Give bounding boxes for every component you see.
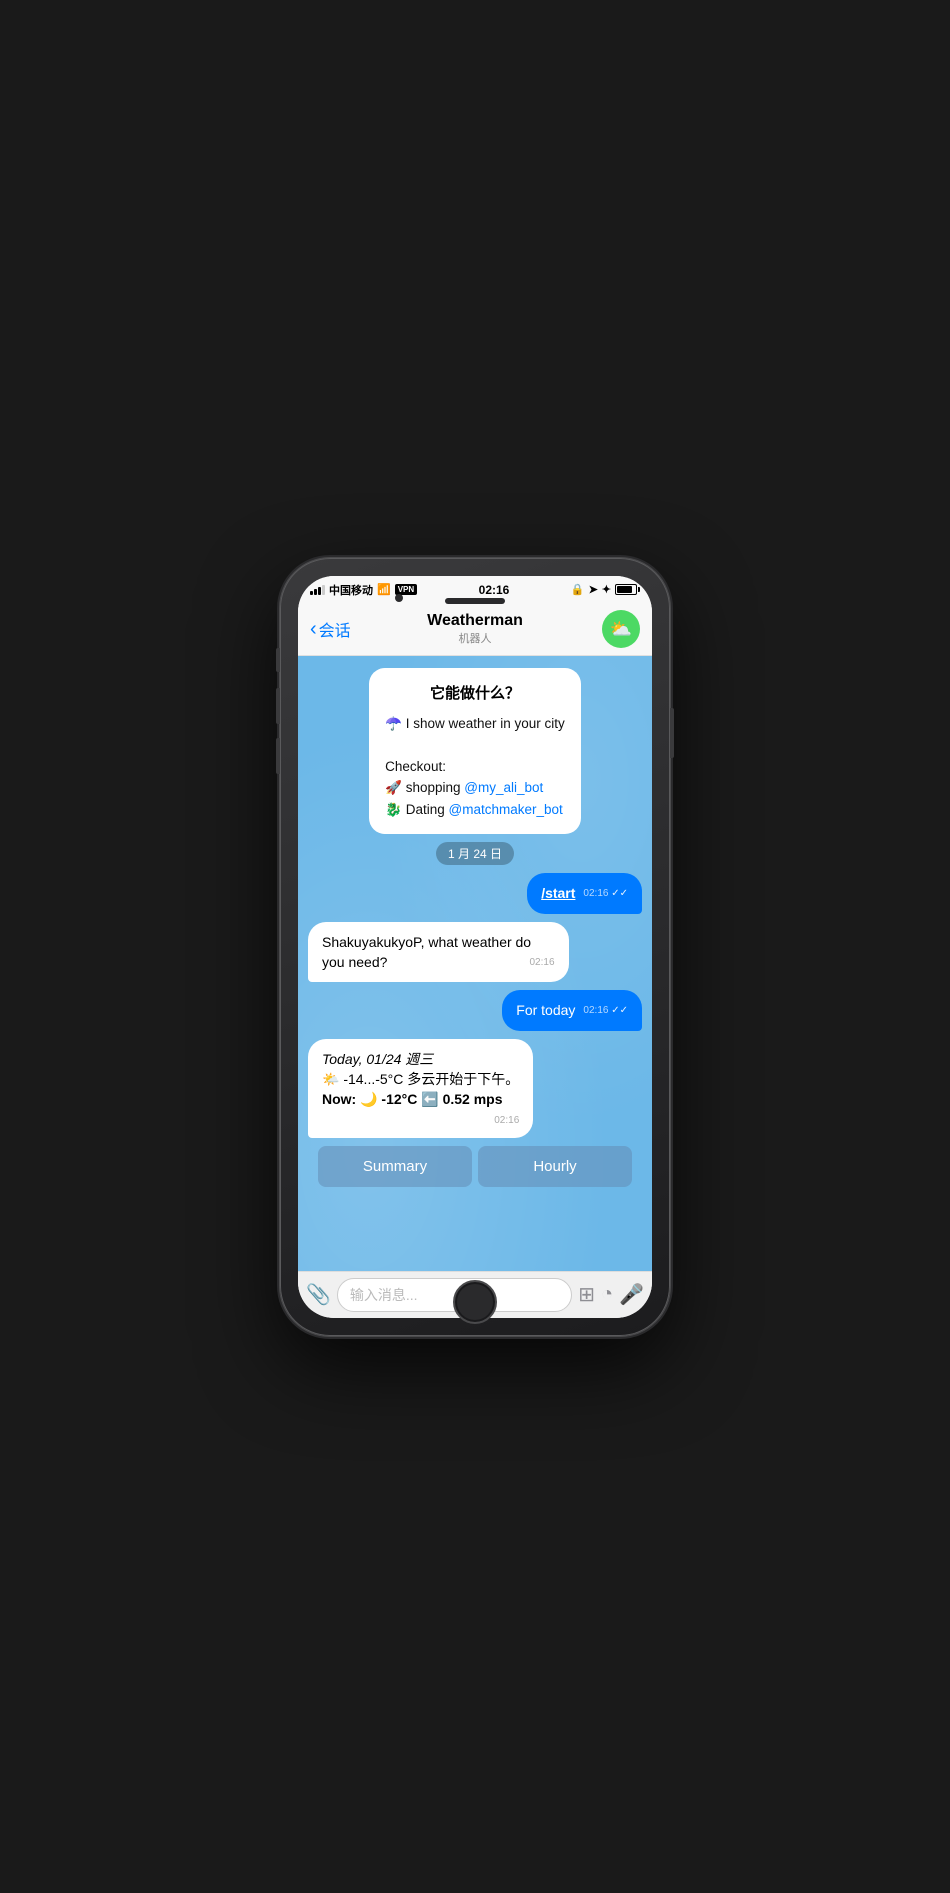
attach-icon[interactable]: 📎 — [306, 1282, 331, 1307]
start-time: 02:16 ✓✓ — [583, 887, 628, 902]
signal-bar-3 — [318, 587, 321, 595]
nav-bar: ‹ 会话 Weatherman 机器人 ⛅ — [298, 604, 652, 656]
weather-msg: Today, 01/24 週三 🌤️ -14...-5°C 多云开始于下午。 N… — [308, 1039, 642, 1138]
location-icon: ➤ — [589, 583, 598, 596]
weather-range: 🌤️ -14...-5°C 多云开始于下午。 — [322, 1069, 519, 1089]
today-bubble: For today 02:16 ✓✓ — [502, 990, 642, 1030]
battery-fill — [617, 586, 632, 593]
carrier-name: 中国移动 — [329, 582, 373, 598]
user-msg-today: For today 02:16 ✓✓ — [308, 990, 642, 1030]
back-label: 会话 — [319, 617, 351, 641]
summary-button[interactable]: Summary — [318, 1146, 472, 1187]
bot-avatar-icon: ⛅ — [610, 619, 632, 640]
shopping-link[interactable]: @my_ali_bot — [464, 780, 543, 795]
welcome-line1: ☂️ I show weather in your city — [385, 713, 565, 735]
wifi-icon: 📶 — [377, 583, 391, 596]
status-time: 02:16 — [479, 583, 510, 597]
emoji-icon[interactable]: ◔ — [601, 1283, 613, 1306]
bot-subtitle: 机器人 — [380, 630, 570, 646]
sticker-icon[interactable]: ⊞ — [578, 1282, 595, 1307]
camera — [395, 594, 403, 602]
speaker — [445, 598, 505, 604]
battery-body — [615, 584, 637, 595]
lock-icon: 🔒 — [571, 583, 585, 596]
shopping-line: 🚀 shopping @my_ali_bot — [385, 777, 565, 799]
chat-area[interactable]: 它能做什么？ ☂️ I show weather in your city Ch… — [298, 656, 652, 1271]
welcome-message: 它能做什么？ ☂️ I show weather in your city Ch… — [308, 668, 642, 835]
phone-screen: 中国移动 📶 VPN 02:16 🔒 ➤ ✦ ‹ 会话 — [298, 576, 652, 1318]
volume-up-button[interactable] — [276, 688, 280, 724]
bluetooth-icon: ✦ — [602, 583, 611, 596]
inline-keyboard: Summary Hourly — [308, 1146, 642, 1191]
bot-reply-1: ShakuyakukyoP, what weather do you need?… — [308, 922, 642, 983]
nav-right: ⛅ — [570, 610, 640, 648]
back-button[interactable]: ‹ 会话 — [310, 617, 380, 641]
bot-reply-1-text: ShakuyakukyoP, what weather do you need? — [322, 934, 531, 970]
bot-avatar[interactable]: ⛅ — [602, 610, 640, 648]
signal-bar-2 — [314, 589, 317, 595]
checkmarks-2: ✓✓ — [611, 1005, 628, 1016]
date-badge: 1 月 24 日 — [436, 842, 514, 865]
bot-bubble-1: ShakuyakukyoP, what weather do you need?… — [308, 922, 569, 983]
hourly-button[interactable]: Hourly — [478, 1146, 632, 1187]
welcome-bubble: 它能做什么？ ☂️ I show weather in your city Ch… — [369, 668, 581, 835]
start-bubble: /start 02:16 ✓✓ — [527, 873, 642, 913]
mic-icon[interactable]: 🎤 — [619, 1282, 644, 1307]
phone-frame: 中国移动 📶 VPN 02:16 🔒 ➤ ✦ ‹ 会话 — [280, 558, 670, 1336]
nav-center: Weatherman 机器人 — [380, 612, 570, 646]
dating-link[interactable]: @matchmaker_bot — [449, 802, 563, 817]
weather-time: 02:16 — [494, 1114, 519, 1129]
signal-bar-4 — [322, 585, 325, 595]
status-right: 🔒 ➤ ✦ — [571, 583, 640, 596]
welcome-body: ☂️ I show weather in your city Checkout:… — [385, 713, 565, 821]
input-icons: ⊞ ◔ 🎤 — [578, 1282, 644, 1307]
power-button[interactable] — [670, 708, 674, 758]
bot-name: Weatherman — [380, 612, 570, 630]
today-time: 02:16 ✓✓ — [583, 1004, 628, 1019]
back-arrow-icon: ‹ — [310, 619, 317, 639]
start-text: /start — [541, 885, 575, 901]
home-button[interactable] — [453, 1280, 497, 1324]
battery-icon — [615, 584, 640, 595]
volume-down-button[interactable] — [276, 738, 280, 774]
weather-now: Now: 🌙 -12°C ⬅️ 0.52 mps — [322, 1089, 519, 1109]
battery-tip — [638, 587, 640, 592]
bot-reply-1-time: 02:16 — [529, 956, 554, 971]
welcome-title: 它能做什么？ — [385, 682, 565, 703]
checkout-label: Checkout: — [385, 756, 565, 778]
today-text: For today — [516, 1002, 575, 1018]
signal-bar-1 — [310, 591, 313, 595]
dating-line: 🐉 Dating @matchmaker_bot — [385, 799, 565, 821]
weather-date: Today, 01/24 週三 — [322, 1049, 519, 1069]
checkmarks-1: ✓✓ — [611, 888, 628, 899]
user-msg-start: /start 02:16 ✓✓ — [308, 873, 642, 913]
input-placeholder: 输入消息... — [350, 1287, 418, 1303]
signal-bars — [310, 585, 325, 595]
mute-button[interactable] — [276, 648, 280, 672]
weather-bubble: Today, 01/24 週三 🌤️ -14...-5°C 多云开始于下午。 N… — [308, 1039, 533, 1138]
